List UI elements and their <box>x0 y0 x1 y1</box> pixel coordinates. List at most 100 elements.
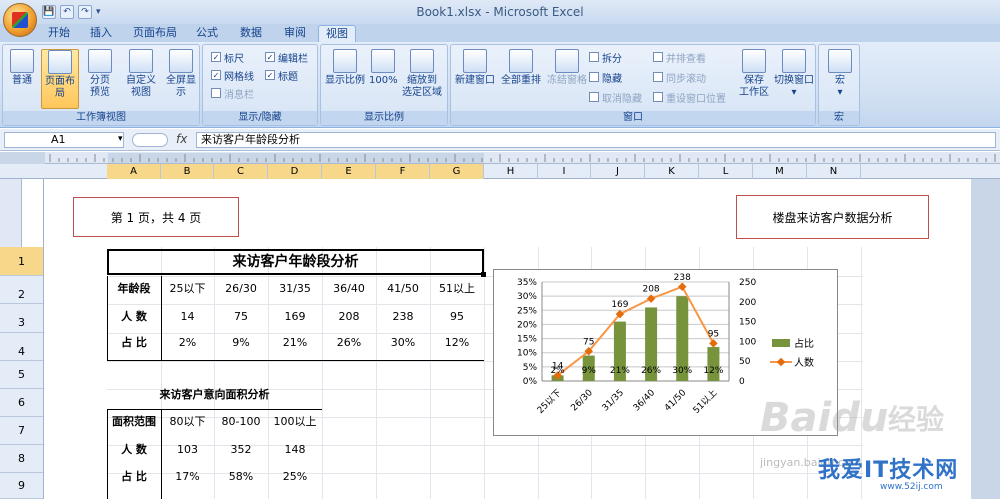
full-screen-button[interactable]: 全屏显示 <box>163 49 199 109</box>
page-break-preview-button[interactable]: 分页 预览 <box>83 49 117 109</box>
headings-checkbox[interactable]: ✓ 标题 <box>265 67 298 83</box>
normal-view-button[interactable]: 普通 <box>5 49 39 109</box>
table-cell[interactable]: 21% <box>268 330 322 356</box>
table-cell[interactable]: 31/35 <box>268 276 322 302</box>
gridlines-checkbox[interactable]: ✓ 网格线 <box>211 67 254 83</box>
row-header-5[interactable]: 5 <box>0 361 43 389</box>
reset-position-button[interactable]: 重设窗口位置 <box>653 89 726 105</box>
page-layout-view-button[interactable]: 页面布局 <box>41 49 79 109</box>
row-header-1[interactable]: 1 <box>0 247 43 276</box>
column-header-m[interactable]: M <box>753 164 807 179</box>
table-cell[interactable]: 占 比 <box>107 330 161 356</box>
table-cell[interactable]: 人 数 <box>107 304 161 330</box>
table-cell[interactable]: 30% <box>376 330 430 356</box>
table-cell[interactable]: 26/30 <box>214 276 268 302</box>
table-cell[interactable]: 17% <box>161 464 214 490</box>
message-bar-checkbox[interactable]: 消息栏 <box>211 85 254 101</box>
formula-bar-checkbox[interactable]: ✓ 编辑栏 <box>265 49 308 65</box>
table-cell[interactable]: 14 <box>161 304 214 330</box>
table-cell[interactable]: 80以下 <box>161 409 214 435</box>
table-cell[interactable]: 9% <box>214 330 268 356</box>
name-box-dropdown-icon[interactable]: ▾ <box>118 134 123 144</box>
column-header-c[interactable]: C <box>214 164 268 179</box>
table-cell[interactable]: 103 <box>161 437 214 463</box>
row-header-9[interactable]: 9 <box>0 473 43 499</box>
table-cell[interactable]: 26% <box>322 330 376 356</box>
row-header-7[interactable]: 7 <box>0 417 43 445</box>
table-cell[interactable]: 75 <box>214 304 268 330</box>
table-cell[interactable]: 238 <box>376 304 430 330</box>
hide-button[interactable]: 隐藏 <box>589 69 622 85</box>
page-header-left[interactable]: 第 1 页，共 4 页 <box>73 197 239 237</box>
table-cell[interactable]: 25% <box>268 464 322 490</box>
row-header-8[interactable]: 8 <box>0 445 43 473</box>
table-cell[interactable]: 面积范围 <box>107 409 161 435</box>
table-cell[interactable]: 95 <box>430 304 484 330</box>
area-table-title[interactable]: 来访客户意向面积分析 <box>107 382 322 408</box>
column-header-i[interactable]: I <box>538 164 591 179</box>
column-header-l[interactable]: L <box>699 164 753 179</box>
table-cell[interactable]: 148 <box>268 437 322 463</box>
page-header-right[interactable]: 楼盘来访客户数据分析 <box>736 195 929 239</box>
table-cell[interactable]: 100以上 <box>268 409 322 435</box>
column-header-j[interactable]: J <box>591 164 645 179</box>
split-button[interactable]: 拆分 <box>589 49 622 65</box>
fill-handle[interactable] <box>481 272 486 277</box>
select-all-corner[interactable] <box>43 164 107 179</box>
tab-home[interactable]: 开始 <box>44 25 74 42</box>
switch-windows-button[interactable]: 切换窗口 ▾ <box>773 49 815 109</box>
table-cell[interactable]: 41/50 <box>376 276 430 302</box>
table-cell[interactable]: 年龄段 <box>107 276 161 302</box>
column-header-h[interactable]: H <box>484 164 538 179</box>
unhide-button[interactable]: 取消隐藏 <box>589 89 642 105</box>
table-cell[interactable]: 36/40 <box>322 276 376 302</box>
save-workspace-button[interactable]: 保存 工作区 <box>735 49 773 109</box>
table-cell[interactable]: 58% <box>214 464 268 490</box>
column-header-e[interactable]: E <box>322 164 376 179</box>
row-header-2[interactable]: 2 <box>0 276 43 304</box>
formula-input[interactable]: 来访客户年龄段分析 <box>196 132 996 148</box>
column-header-f[interactable]: F <box>376 164 430 179</box>
column-header-g[interactable]: G <box>430 164 484 179</box>
name-box[interactable]: A1 <box>4 132 124 148</box>
table-cell[interactable]: 80-100 <box>214 409 268 435</box>
column-header-k[interactable]: K <box>645 164 699 179</box>
zoom-button[interactable]: 显示比例 <box>323 49 367 109</box>
tab-page-layout[interactable]: 页面布局 <box>130 25 180 42</box>
row-header-3[interactable]: 3 <box>0 304 43 333</box>
sync-scroll-button[interactable]: 同步滚动 <box>653 69 706 85</box>
table-cell[interactable]: 208 <box>322 304 376 330</box>
arrange-all-button[interactable]: 全部重排 <box>499 49 543 109</box>
tab-formulas[interactable]: 公式 <box>192 25 222 42</box>
custom-views-button[interactable]: 自定义 视图 <box>121 49 161 109</box>
new-window-button[interactable]: 新建窗口 <box>453 49 497 109</box>
row-header-6[interactable]: 6 <box>0 389 43 417</box>
row-header-4[interactable]: 4 <box>0 333 43 361</box>
side-by-side-button[interactable]: 并排查看 <box>653 49 706 65</box>
table-cell[interactable]: 51以上 <box>430 276 484 302</box>
tab-view[interactable]: 视图 <box>318 25 356 42</box>
formula-divider-icon[interactable] <box>132 133 168 147</box>
table-cell[interactable]: 169 <box>268 304 322 330</box>
table-cell[interactable]: 人 数 <box>107 437 161 463</box>
office-button[interactable] <box>3 3 37 37</box>
tab-insert[interactable]: 插入 <box>86 25 116 42</box>
tab-review[interactable]: 审阅 <box>280 25 310 42</box>
insert-function-icon[interactable]: fx <box>176 132 187 146</box>
column-header-n[interactable]: N <box>807 164 861 179</box>
tab-data[interactable]: 数据 <box>236 25 266 42</box>
column-header-d[interactable]: D <box>268 164 322 179</box>
column-header-b[interactable]: B <box>161 164 214 179</box>
table-cell[interactable]: 占 比 <box>107 464 161 490</box>
table-cell[interactable]: 2% <box>161 330 214 356</box>
table-cell[interactable]: 25以下 <box>161 276 214 302</box>
macros-button[interactable]: 宏 ▾ <box>823 49 857 109</box>
zoom-100-button[interactable]: 100% <box>369 49 398 109</box>
column-header-a[interactable]: A <box>107 164 161 179</box>
freeze-panes-button[interactable]: 冻结窗格 <box>545 49 589 109</box>
table-cell[interactable]: 352 <box>214 437 268 463</box>
table-title-cell[interactable]: 来访客户年龄段分析 <box>107 249 484 275</box>
ruler-checkbox[interactable]: ✓ 标尺 <box>211 49 244 65</box>
zoom-to-selection-button[interactable]: 缩放到 选定区域 <box>399 49 445 109</box>
table-cell[interactable]: 12% <box>430 330 484 356</box>
